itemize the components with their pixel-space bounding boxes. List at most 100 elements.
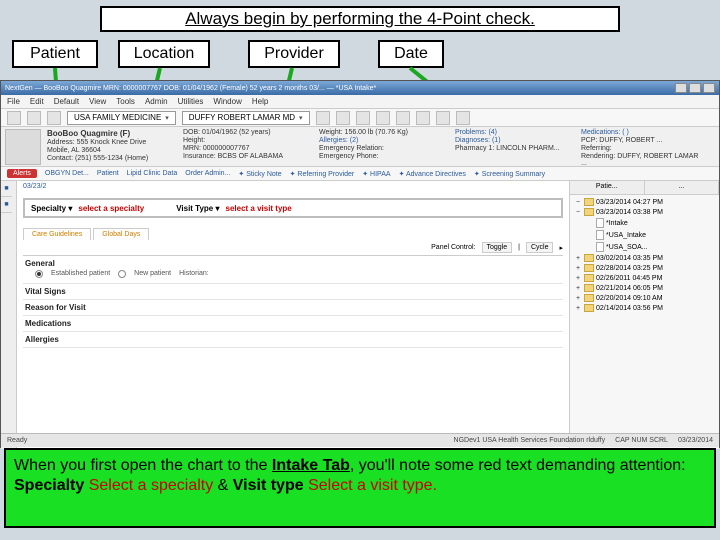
toolbar-icon-1[interactable] [316,111,330,125]
tree-top[interactable]: −03/23/2014 04:27 PM [574,197,715,207]
app-titlebar: NextGen — BooBoo Quagmire MRN: 000000776… [1,81,719,95]
close-window-button[interactable] [703,83,715,93]
tree-row[interactable]: +02/21/2014 06:05 PM [574,283,715,293]
toolbar-icon-4[interactable] [376,111,390,125]
statusbar: Ready NGDev1 USA Health Services Foundat… [1,433,719,447]
history-tree: −03/23/2014 04:27 PM −03/23/2014 03:38 P… [570,195,719,449]
nav-back-icon[interactable] [7,111,21,125]
history-tab-patient[interactable]: Patie... [570,181,645,194]
patient-dob: DOB: 01/04/1962 (52 years) [183,129,313,136]
menu-window[interactable]: Window [213,97,241,106]
patient-photo [5,129,41,165]
toolbar-icon-7[interactable] [436,111,450,125]
tree-row[interactable]: *Intake [574,217,715,229]
intake-sections: General Established patient New patient … [23,256,563,449]
cycle-button[interactable]: Cycle [526,242,554,253]
panel-control-label: Panel Control: [431,244,475,251]
patient-address2: Mobile, AL 36604 [47,147,177,154]
link-referring[interactable]: ✦ Referring Provider [290,170,355,178]
menubar: File Edit Default View Tools Admin Utili… [1,95,719,109]
patient-height: Height: [183,137,313,144]
radio-established[interactable] [35,270,43,278]
patient-referring: Referring: [581,145,701,152]
patient-diagnoses[interactable]: Diagnoses: (1) [455,137,575,144]
link-patient[interactable]: Patient [97,170,119,177]
menu-default[interactable]: Default [54,97,79,106]
tree-row[interactable]: +02/20/2014 09:10 AM [574,293,715,303]
menu-edit[interactable]: Edit [30,97,44,106]
tree-row[interactable]: *USA_SOA... [574,241,715,253]
link-orderadmin[interactable]: Order Admin... [185,170,230,177]
obgyn-detail-link[interactable]: OBGYN Det... [45,170,89,177]
minimize-button[interactable] [675,83,687,93]
status-env: NGDev1 USA Health Services Foundation rl… [454,437,606,444]
panel-sep: | [518,244,520,251]
patient-problems[interactable]: Problems: (4) [455,129,575,136]
section-general: General Established patient New patient … [23,256,563,284]
toggle-button[interactable]: Toggle [482,242,513,253]
explainer-box: When you first open the chart to the Int… [4,448,716,528]
workarea: ■ ■ 03/23/2 Specialty ▾ select a special… [1,181,719,449]
practice-select[interactable]: USA FAMILY MEDICINE▾ [67,111,176,125]
patient-pcp: PCP: DUFFY, ROBERT ... [581,137,701,144]
patient-emph: Emergency Phone: [319,153,449,160]
provider-select[interactable]: DUFFY ROBERT LAMAR MD▾ [182,111,310,125]
section-medications[interactable]: Medications [23,316,563,332]
section-vitals[interactable]: Vital Signs [23,284,563,300]
toolbar-icon-3[interactable] [356,111,370,125]
specialty-prompt[interactable]: select a specialty [78,204,144,213]
links-bar: Alerts OBGYN Det... Patient Lipid Clinic… [1,167,719,181]
menu-help[interactable]: Help [252,97,268,106]
vtab-2[interactable]: ■ [1,197,12,213]
historian-label: Historian: [179,270,209,278]
menu-file[interactable]: File [7,97,20,106]
link-sticky[interactable]: ✦ Sticky Note [238,170,281,178]
patient-medications[interactable]: Medications: ( ) [581,129,701,136]
visit-type-prompt[interactable]: select a visit type [226,204,292,213]
history-tab-other[interactable]: ... [645,181,720,194]
patient-address1: Address: 555 Knock Knee Drive [47,139,177,146]
tree-row[interactable]: +02/26/2011 04:45 PM [574,273,715,283]
tree-row[interactable]: −03/23/2014 03:38 PM [574,207,715,217]
radio-new[interactable] [118,270,126,278]
maximize-button[interactable] [689,83,701,93]
section-allergies[interactable]: Allergies [23,332,563,348]
toolbar-icon-6[interactable] [416,111,430,125]
menu-tools[interactable]: Tools [116,97,135,106]
history-tabs: Patie... ... [570,181,719,195]
visit-type-label[interactable]: Visit Type ▾ [176,204,219,213]
specialty-label[interactable]: Specialty ▾ [31,204,72,213]
specialty-bar: Specialty ▾ select a specialty Visit Typ… [23,198,563,218]
subtab-global[interactable]: Global Days [93,228,149,240]
toolbar-icon-8[interactable] [456,111,470,125]
title-box: Always begin by performing the 4-Point c… [100,6,620,32]
toolbar-icon-5[interactable] [396,111,410,125]
check-date: Date [378,40,444,68]
toolbar-icon-2[interactable] [336,111,350,125]
link-hipaa[interactable]: ✦ HIPAA [362,170,390,178]
patient-insurance: Insurance: BCBS OF ALABAMA [183,153,313,160]
app-window: NextGen — BooBoo Quagmire MRN: 000000776… [0,80,720,448]
panel-arrow-icon[interactable]: ▸ [559,244,563,252]
status-caps: CAP NUM SCRL [615,437,668,444]
panel-control: Panel Control: Toggle | Cycle ▸ [23,240,563,256]
section-reason[interactable]: Reason for Visit [23,300,563,316]
tree-row[interactable]: *USA_Intake [574,229,715,241]
menu-utilities[interactable]: Utilities [178,97,204,106]
tree-row[interactable]: +02/14/2014 03:56 PM [574,303,715,313]
tree-row[interactable]: +03/02/2014 03:35 PM [574,253,715,263]
nav-fwd-icon[interactable] [27,111,41,125]
history-pane: Patie... ... −03/23/2014 04:27 PM −03/23… [569,181,719,449]
link-lipid[interactable]: Lipid Clinic Data [127,170,178,177]
patient-allergies[interactable]: Allergies: (2) [319,137,449,144]
menu-admin[interactable]: Admin [145,97,168,106]
link-screening[interactable]: ✦ Screening Summary [474,170,545,178]
link-advdir[interactable]: ✦ Advance Directives [399,170,466,178]
tree-row[interactable]: +02/28/2014 03:25 PM [574,263,715,273]
vtab-1[interactable]: ■ [1,181,12,197]
encounter-date-header: 03/23/2 [17,181,569,192]
alerts-badge[interactable]: Alerts [7,169,37,178]
menu-view[interactable]: View [89,97,106,106]
home-icon[interactable] [47,111,61,125]
subtab-care[interactable]: Care Guidelines [23,228,91,240]
